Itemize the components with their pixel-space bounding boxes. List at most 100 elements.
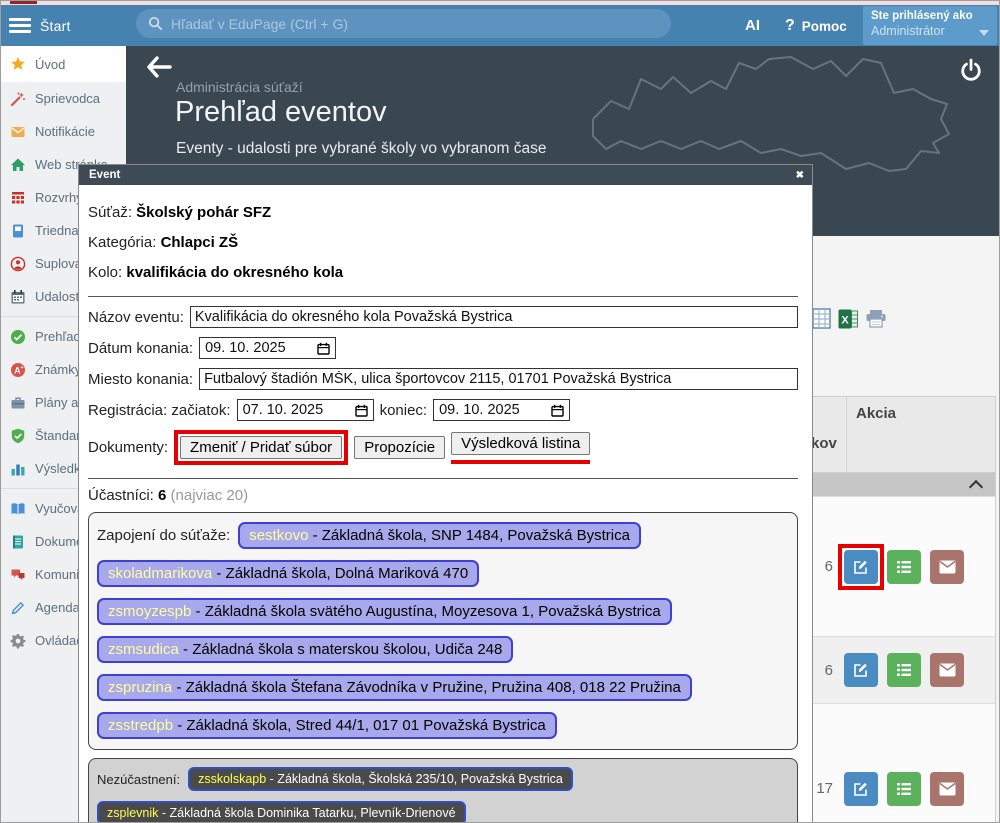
list-icon [896,559,912,575]
nonparticipant-badge[interactable]: zsskolskapb - Základná škola, Školská 23… [188,767,573,791]
search-input[interactable]: Hľadať v EduPage (Ctrl + G) [136,9,671,38]
change-add-file-button[interactable]: Zmeniť / Pridať súbor [180,436,342,459]
participant-school: - Základná škola svätého Augustína, Moyz… [191,603,660,620]
email-button[interactable] [930,653,964,687]
participant-username: skoladmarikova [108,565,212,582]
nonparticipant-school: - Základná škola, Školská 235/10, Považs… [266,772,563,786]
participant-badge[interactable]: zspruzina - Základná škola Štefana Závod… [97,674,692,701]
table-row: 6 [809,636,995,703]
briefcase-icon [10,395,26,411]
excel-icon[interactable]: X [838,309,858,334]
list-icon [896,662,912,678]
nonparticipant-username: zsplevnik [107,806,158,820]
participant-username: zsstredpb [108,717,173,734]
list-icon [896,781,912,797]
participants-list-button[interactable] [887,550,921,584]
edit-event-button[interactable] [844,550,878,584]
participant-badge[interactable]: zsmsudica - Základná škola s materskou š… [97,636,513,663]
participants-count: 6 [158,487,166,504]
participants-list-button[interactable] [887,772,921,806]
participants-list-button[interactable] [887,653,921,687]
help-label: Pomoc [802,19,847,34]
table-row: 6 [809,496,995,636]
logout-button[interactable] [959,58,983,87]
participants-max-note: (najviac 20) [171,487,249,504]
bar-chart-icon [10,461,26,477]
edit-event-button[interactable] [844,772,878,806]
participant-username: zspruzina [108,679,172,696]
participant-badge[interactable]: zsmoyzespb - Základná škola svätého Augu… [97,598,672,625]
participant-badge[interactable]: zsstredpb - Základná škola, Stred 44/1, … [97,712,557,739]
sutaz-label: Súťaž: [88,204,132,221]
documents-label: Dokumenty: [88,439,168,456]
chevron-up-icon [969,480,983,494]
calendar-icon [317,342,330,355]
table-group-row[interactable] [809,473,995,496]
dialog-titlebar: Event ✖ [79,165,812,185]
sidebar-item-label: Známky [35,362,81,377]
open-book-icon [10,501,26,517]
registration-end-input[interactable]: 09. 10. 2025 [433,399,570,421]
sidebar-item-uvod[interactable]: Úvod [1,46,126,82]
close-icon[interactable]: ✖ [796,170,804,181]
sidebar-item-label: Agenda [35,600,80,615]
nonparticipants-label: Nezúčastnení: [97,772,180,787]
sidebar-item-label: Prehľad [35,329,81,344]
calendar-icon [355,404,368,417]
sutaz-value: Školský pohár SFZ [136,204,271,221]
participant-school: - Základná škola Štefana Závodníka v Pru… [172,679,681,696]
sidebar-item-notifikacie[interactable]: Notifikácie [1,115,126,148]
edit-icon [853,662,869,678]
table-view-icon[interactable] [812,308,831,334]
ai-button[interactable]: AI [745,17,760,34]
sutaz-line: Súťaž: Školský pohár SFZ [88,203,798,223]
check-circle-icon [10,329,26,345]
help-button[interactable]: ? Pomoc [785,17,847,35]
registration-start-input[interactable]: 07. 10. 2025 [237,399,374,421]
sidebar-item-label: Úvod [35,57,65,72]
nonparticipant-badge[interactable]: zsplevnik - Základná škola Dominika Tata… [97,801,466,823]
event-date-value: 09. 10. 2025 [205,340,286,356]
participants-box: Zapojení do súťaže: sestkovo - Základná … [88,512,798,750]
kolo-label: Kolo: [88,264,122,281]
kategoria-value: Chlapci ZŠ [161,234,239,251]
start-menu[interactable]: Štart [40,18,71,34]
divider [88,478,798,479]
page-subtitle: Eventy - udalosti pre vybrané školy vo v… [176,140,546,158]
window-top-edge [1,1,999,5]
email-button[interactable] [930,550,964,584]
person-icon [10,256,26,272]
wand-icon [10,91,26,107]
page-title: Prehľad eventov [175,96,387,129]
propositions-button[interactable]: Propozície [354,436,445,459]
user-menu[interactable]: Ste prihlásený ako Administrátor [863,6,997,45]
sidebar-item-label: Udalosti [35,289,82,304]
envelope-icon [10,124,26,140]
event-name-input[interactable] [190,306,798,328]
events-table: kov Akcia 6 [809,396,996,822]
window-top-accent [10,1,37,4]
back-button[interactable] [146,56,172,83]
hamburger-menu-icon[interactable] [9,18,31,33]
event-place-input[interactable] [199,368,798,390]
email-button[interactable] [930,772,964,806]
results-sheet-button[interactable]: Výsledková listina [451,432,590,455]
print-icon[interactable] [865,309,887,334]
participant-username: zsmsudica [108,641,179,658]
event-name-label: Názov eventu: [88,309,184,326]
event-date-input[interactable]: 09. 10. 2025 [199,337,336,359]
mail-icon [939,663,956,677]
logged-in-label: Ste prihlásený ako [871,10,989,22]
export-toolbar: X [812,308,887,334]
participant-school: - Základná škola s materskou školou, Udi… [179,641,503,658]
sidebar-item-sprievodca[interactable]: Sprievodca [1,82,126,115]
column-header-akcia: Akcia [847,397,995,472]
participant-username: sestkovo [249,527,308,544]
participant-badge[interactable]: sestkovo - Základná škola, SNP 1484, Pov… [238,522,641,549]
edit-event-button[interactable] [844,653,878,687]
svg-text:+: + [20,365,23,371]
power-icon [959,58,983,82]
edit-icon [853,559,869,575]
participant-badge[interactable]: skoladmarikova - Základná škola, Dolná M… [97,560,479,587]
home-icon [10,157,26,173]
